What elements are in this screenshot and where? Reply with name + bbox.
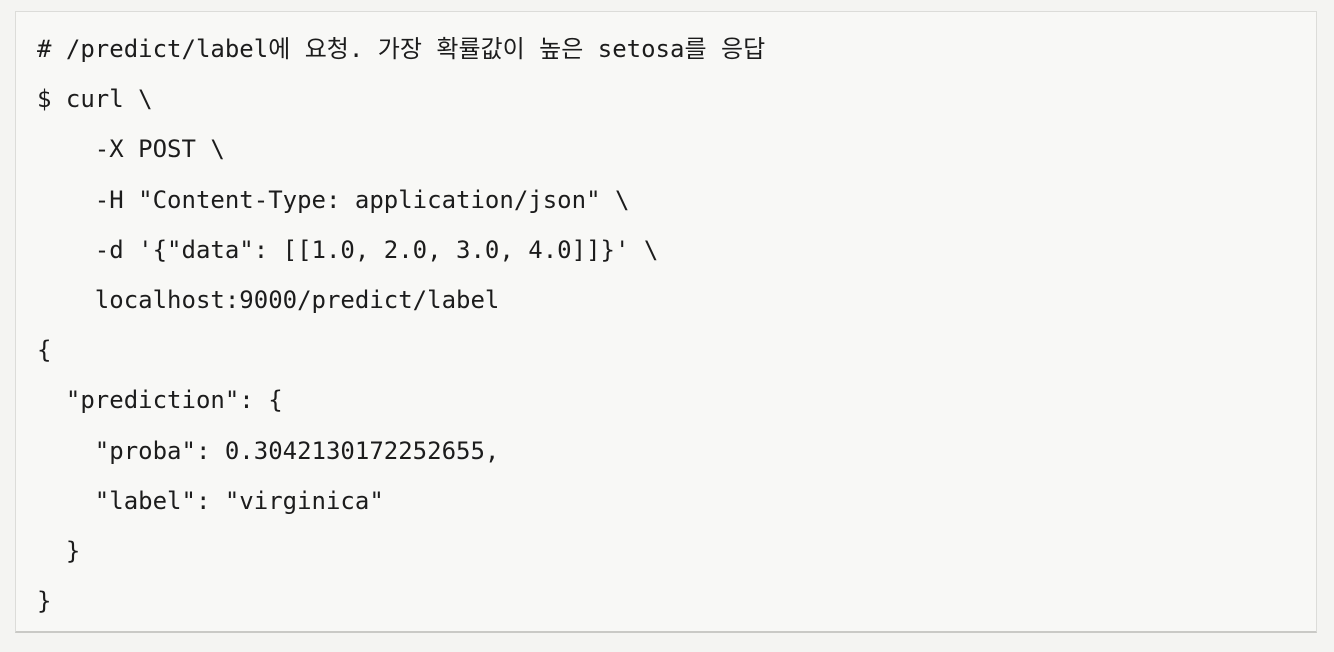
code-comment-line: # /predict/label에 요청. 가장 확률값이 높은 setosa를… <box>37 35 766 63</box>
code-response-prediction-key: "prediction": { <box>37 386 283 415</box>
page: # /predict/label에 요청. 가장 확률값이 높은 setosa를… <box>0 0 1334 652</box>
code-block: # /predict/label에 요청. 가장 확률값이 높은 setosa를… <box>15 11 1317 633</box>
code-response-proba-line: "proba": 0.3042130172252655, <box>37 436 500 465</box>
code-response-open-brace: { <box>37 336 52 365</box>
code-method-option-line: -X POST \ <box>37 135 225 164</box>
code-lines: # /predict/label에 요청. 가장 확률값이 높은 setosa를… <box>37 24 765 626</box>
code-response-label-line: "label": "virginica" <box>37 486 384 515</box>
code-command-line: $ curl \ <box>37 85 153 114</box>
code-data-option-line: -d '{"data": [[1.0, 2.0, 3.0, 4.0]]}' \ <box>37 235 659 264</box>
code-header-option-line: -H "Content-Type: application/json" \ <box>37 185 630 214</box>
code-response-close-brace: } <box>37 587 52 616</box>
code-url-line: localhost:9000/predict/label <box>37 285 500 314</box>
code-response-inner-close-brace: } <box>37 536 81 565</box>
